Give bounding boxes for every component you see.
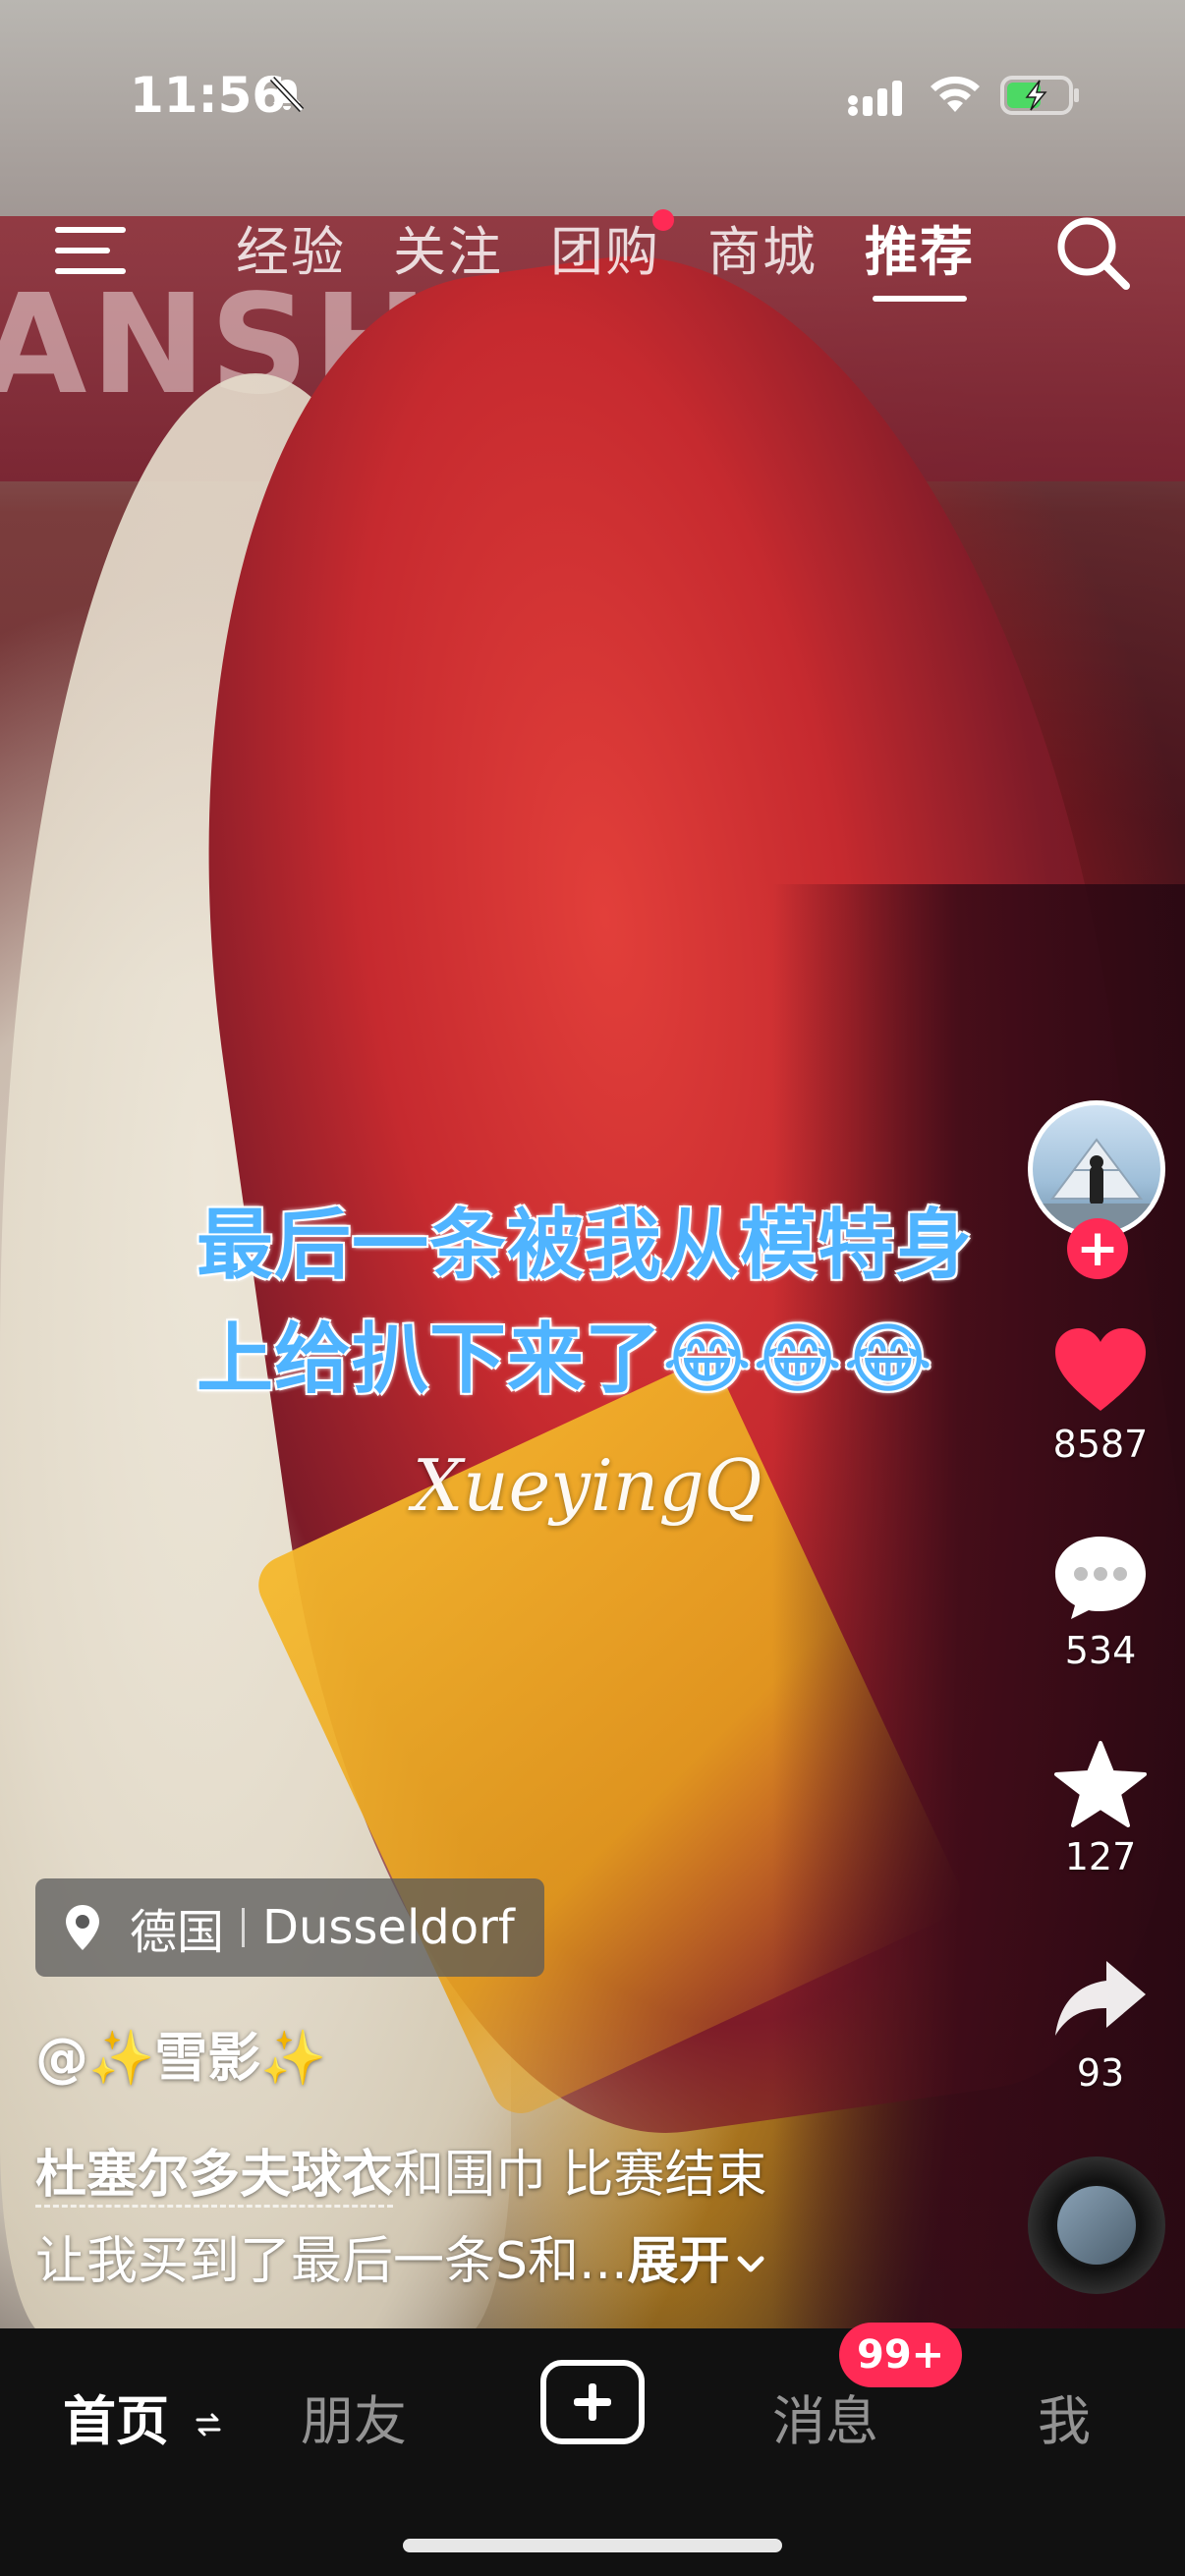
comment-count: 534: [1064, 1629, 1137, 1672]
tab-messages[interactable]: 消息: [772, 2378, 878, 2455]
caption-line-1: 最后一条被我从模特身: [197, 1202, 974, 1290]
location-divider: [242, 1908, 246, 1947]
wifi-icon: [931, 76, 980, 112]
tab-experience[interactable]: 经验: [236, 217, 346, 288]
desc-line-2-text: 让我买到了最后一条S和...: [35, 2232, 628, 2291]
bottom-tab-bar: 首页 朋友 消息 99+ 我: [0, 2323, 1185, 2576]
heart-icon: [1055, 1328, 1146, 1411]
desc-line-2: 让我买到了最后一条S和...展开: [35, 2218, 998, 2305]
tab-following[interactable]: 关注: [393, 217, 503, 288]
tab-home-label: 首页: [63, 2390, 169, 2452]
cellular-signal-icon: [848, 81, 902, 116]
location-tag[interactable]: 德国 Dusseldorf: [35, 1878, 544, 1977]
comment-action[interactable]: 534: [1022, 1533, 1179, 1672]
tab-me[interactable]: 我: [1038, 2378, 1091, 2455]
share-action[interactable]: 93: [1022, 1955, 1179, 2095]
author-avatar[interactable]: [1028, 1100, 1165, 1238]
music-cover: [1057, 2186, 1136, 2265]
plus-icon: [574, 2383, 611, 2421]
share-count: 93: [1076, 2051, 1125, 2095]
refresh-swap-icon: [196, 2413, 221, 2436]
search-icon[interactable]: [1051, 211, 1134, 294]
mute-bell-icon: [269, 76, 305, 113]
follow-button[interactable]: +: [1067, 1218, 1128, 1279]
expand-button[interactable]: 展开: [628, 2232, 730, 2291]
desc-line-1-text: 和围巾 比赛结束: [393, 2146, 767, 2205]
video-caption: 最后一条被我从模特身 上给扒下来了😂😂😂: [197, 1189, 1061, 1417]
avatar-image: [1033, 1138, 1160, 1233]
star-icon: [1054, 1741, 1147, 1827]
home-indicator: [403, 2539, 782, 2552]
location-country: 德国: [130, 1905, 225, 1960]
top-tabs: 经验 关注 团购 商城 推荐: [236, 209, 975, 302]
like-count: 8587: [1052, 1423, 1149, 1466]
chevron-down-icon: [737, 2256, 764, 2272]
desc-keyword-link[interactable]: 杜塞尔多夫球衣: [35, 2146, 394, 2208]
tab-home[interactable]: 首页: [63, 2378, 223, 2455]
music-disc[interactable]: [1028, 2156, 1165, 2294]
menu-icon[interactable]: [53, 219, 132, 282]
messages-badge: 99+: [839, 2323, 963, 2387]
tab-group-buy[interactable]: 团购: [550, 209, 674, 288]
comment-icon: [1055, 1537, 1146, 1619]
screen: ANSHOP 最后一条被我从模特身 上给扒下来了😂😂😂 XueyingQ 11:…: [0, 0, 1185, 2576]
author-username[interactable]: @✨雪影✨: [35, 2014, 326, 2092]
caption-line-2: 上给扒下来了😂😂😂: [197, 1316, 934, 1404]
share-arrow-icon: [1055, 1961, 1146, 2036]
top-nav: 经验 关注 团购 商城 推荐: [0, 201, 1185, 309]
video-watermark: XueyingQ: [413, 1444, 762, 1527]
desc-line-1: 杜塞尔多夫球衣和围巾 比赛结束: [35, 2132, 998, 2218]
post-description[interactable]: 杜塞尔多夫球衣和围巾 比赛结束 让我买到了最后一条S和...展开: [35, 2132, 998, 2305]
video-player[interactable]: ANSHOP 最后一条被我从模特身 上给扒下来了😂😂😂 XueyingQ: [0, 0, 1185, 2338]
tab-notification-dot: [652, 209, 674, 231]
favorite-action[interactable]: 127: [1022, 1739, 1179, 1878]
favorite-count: 127: [1064, 1835, 1137, 1878]
tab-mall[interactable]: 商城: [707, 217, 818, 288]
status-bar: 11:56: [0, 59, 1185, 138]
tab-friends[interactable]: 朋友: [301, 2378, 407, 2455]
like-action[interactable]: 8587: [1022, 1326, 1179, 1466]
create-post-button[interactable]: [540, 2360, 645, 2444]
location-pin-icon: [66, 1905, 99, 1950]
battery-charging-icon: [1000, 76, 1079, 115]
tab-recommended[interactable]: 推荐: [865, 217, 975, 302]
status-time: 11:56: [130, 67, 287, 124]
location-city: Dusseldorf: [262, 1900, 515, 1955]
